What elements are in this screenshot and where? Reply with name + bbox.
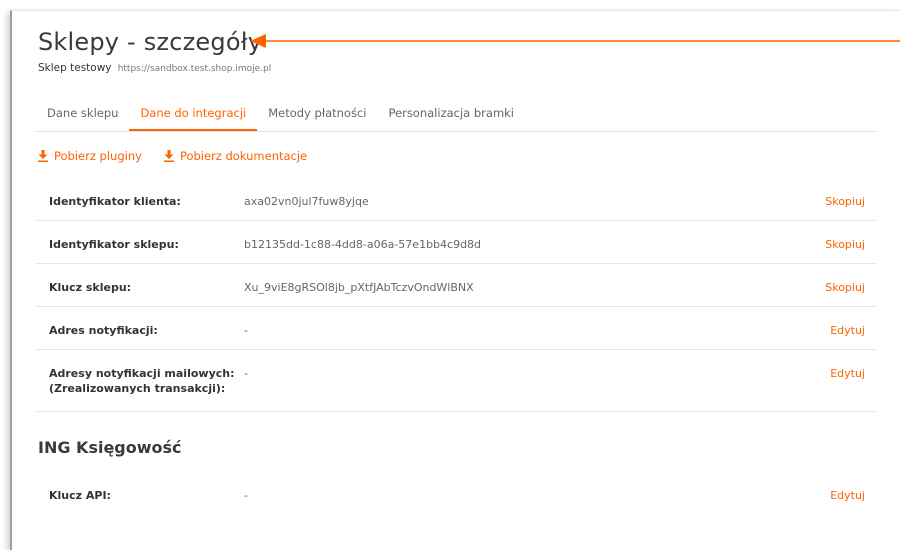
tab-personalizacja-bramki[interactable]: Personalizacja bramki (377, 100, 525, 129)
page-title: Sklepy - szczegóły (38, 28, 263, 56)
shop-name: Sklep testowy (38, 62, 112, 74)
copy-shop-id-button[interactable]: Skopiuj (825, 237, 865, 252)
download-icon (38, 150, 48, 162)
download-docs-label: Pobierz dokumentacje (179, 149, 308, 163)
copy-shop-key-button[interactable]: Skopiuj (825, 280, 865, 295)
tab-bar: Dane sklepu Dane do integracji Metody pł… (36, 100, 876, 132)
detail-row-shop-key: Klucz sklepu: Xu_9viE8gRSOl8jb_pXtfJAbTc… (36, 264, 876, 307)
detail-row-api-key: Klucz API: - Edytuj (36, 472, 876, 515)
annotation-arrow-icon (250, 34, 900, 48)
detail-value: - (244, 489, 248, 502)
detail-value: Xu_9viE8gRSOl8jb_pXtfJAbTczvOndWlBNX (244, 281, 474, 294)
edit-notification-address-button[interactable]: Edytuj (830, 323, 865, 338)
download-plugins-link[interactable]: Pobierz pluginy (38, 149, 142, 163)
detail-value: b12135dd-1c88-4dd8-a06a-57e1bb4c9d8d (244, 238, 482, 251)
ing-details-table: Klucz API: - Edytuj (36, 472, 876, 515)
detail-label: Klucz API: (49, 489, 111, 502)
integration-details-table: Identyfikator klienta: axa02vn0jul7fuw8y… (36, 178, 876, 412)
detail-label-line2: (Zrealizowanych transakcji): (49, 382, 226, 395)
detail-row-client-id: Identyfikator klienta: axa02vn0jul7fuw8y… (36, 178, 876, 221)
download-docs-link[interactable]: Pobierz dokumentacje (163, 149, 308, 163)
ing-section-title: ING Księgowość (38, 438, 182, 457)
shop-subtitle: Sklep testowy https://sandbox.test.shop.… (38, 61, 271, 76)
detail-label: Adresy notyfikacji mailowych: (Zrealizow… (49, 366, 235, 396)
detail-label: Identyfikator sklepu: (49, 238, 179, 251)
detail-value: - (244, 324, 248, 337)
detail-row-notification-address: Adres notyfikacji: - Edytuj (36, 307, 876, 350)
detail-row-mail-notifications: Adresy notyfikacji mailowych: (Zrealizow… (36, 350, 876, 412)
detail-label: Identyfikator klienta: (49, 195, 181, 208)
detail-value: axa02vn0jul7fuw8yjqe (244, 195, 369, 208)
detail-label-line1: Adresy notyfikacji mailowych: (49, 367, 235, 380)
download-plugins-label: Pobierz pluginy (54, 149, 142, 163)
detail-value: - (244, 367, 248, 380)
tab-dane-sklepu[interactable]: Dane sklepu (36, 100, 129, 129)
tab-metody-platnosci[interactable]: Metody płatności (257, 100, 377, 129)
edit-api-key-button[interactable]: Edytuj (830, 488, 865, 503)
download-icon (163, 150, 174, 162)
shop-url: https://sandbox.test.shop.imoje.pl (117, 64, 272, 74)
download-links: Pobierz pluginy Pobierz dokumentacje (38, 149, 307, 163)
detail-row-shop-id: Identyfikator sklepu: b12135dd-1c88-4dd8… (36, 221, 876, 264)
copy-client-id-button[interactable]: Skopiuj (825, 194, 865, 209)
tab-dane-do-integracji[interactable]: Dane do integracji (129, 100, 258, 131)
detail-label: Adres notyfikacji: (49, 324, 158, 337)
edit-mail-notifications-button[interactable]: Edytuj (830, 366, 865, 381)
detail-label: Klucz sklepu: (49, 281, 132, 294)
